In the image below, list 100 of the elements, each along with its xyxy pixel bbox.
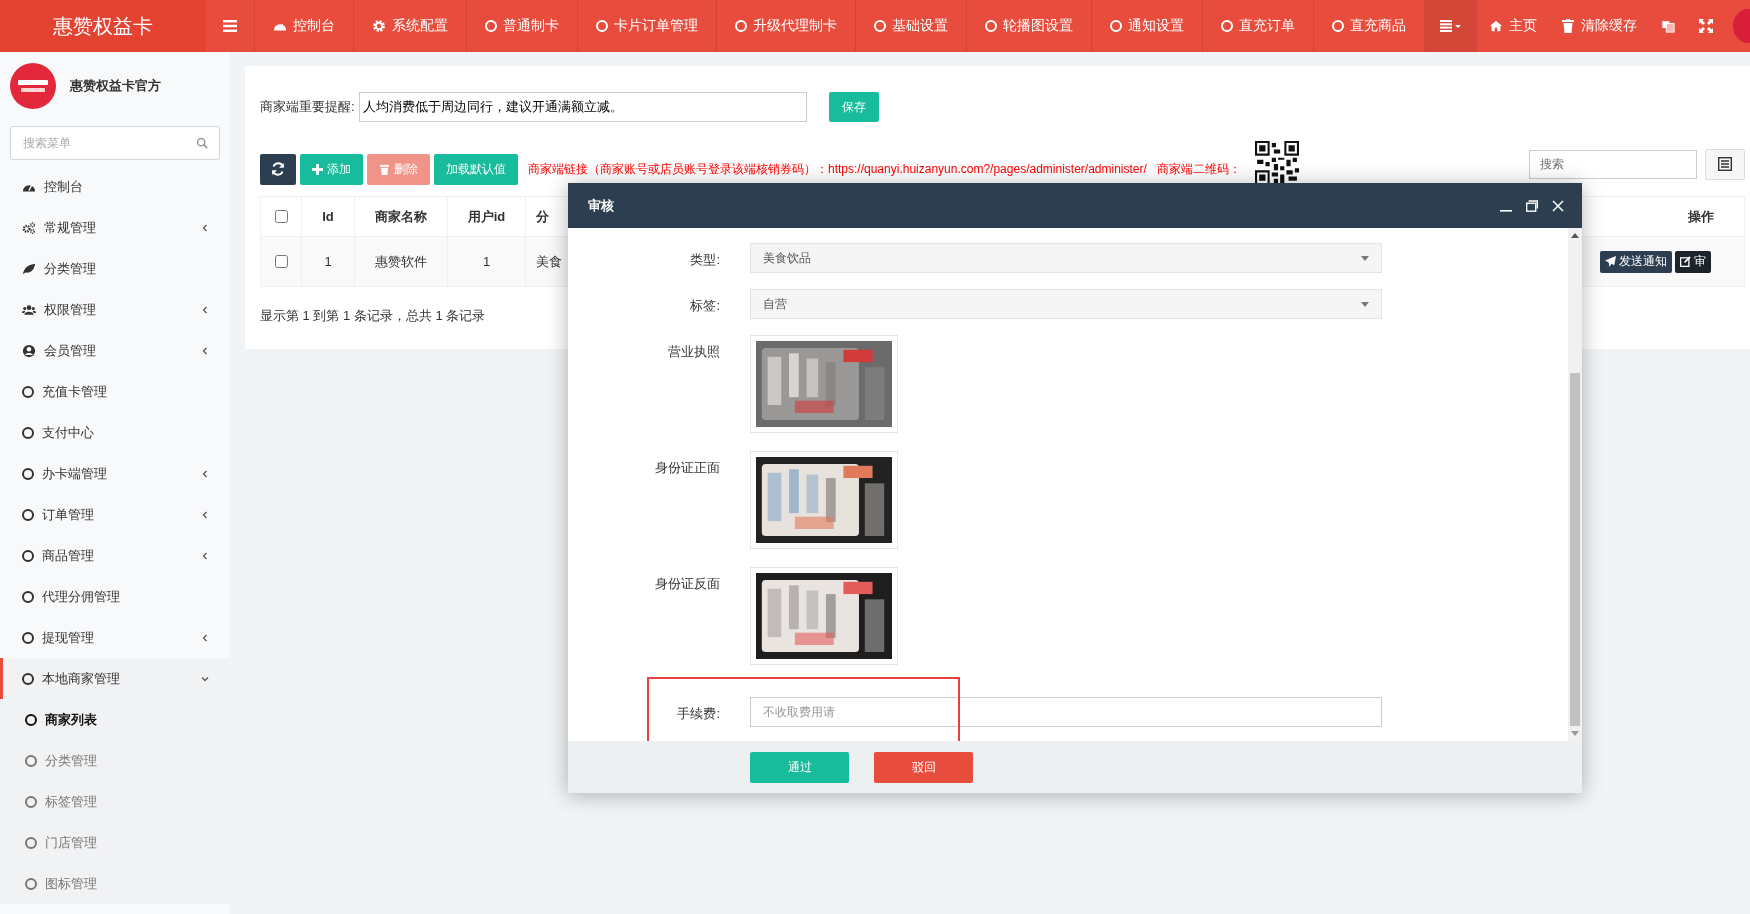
select-field[interactable]: 美食饮品 (750, 243, 1382, 273)
account-name: 惠赞权益卡官方 (70, 77, 161, 95)
sidebar-item[interactable]: 会员管理 (0, 330, 230, 371)
qr-code-icon (1254, 141, 1299, 185)
edit-icon (1680, 256, 1691, 267)
circle-icon (1110, 20, 1123, 32)
nav-tab[interactable]: 轮播图设置 (967, 0, 1093, 52)
fullscreen-icon (1699, 19, 1714, 33)
circle-icon (25, 836, 37, 849)
circle-icon (22, 467, 34, 480)
dialog-button[interactable]: 通过 (750, 751, 849, 783)
toolbar-button[interactable]: 加载默认值 (434, 153, 518, 185)
close-icon[interactable] (1552, 199, 1564, 212)
search-field[interactable]: 搜索 (1529, 149, 1697, 179)
plus-icon (312, 163, 323, 175)
submenu-item[interactable]: 商家列表 (0, 699, 230, 740)
submenu-item[interactable]: 门店管理 (0, 822, 230, 863)
chevron-icon (200, 550, 210, 561)
nav-link[interactable]: 清除缓存 (1549, 0, 1650, 52)
circle-icon (1332, 20, 1345, 32)
reminder-field[interactable]: 人均消费低于周边同行，建议开通满额立减。 (358, 92, 807, 122)
scrollbar-thumb[interactable] (1570, 373, 1580, 726)
nav-tab[interactable]: 卡片订单管理 (578, 0, 718, 52)
caret-icon (1361, 255, 1369, 261)
circle-icon (1221, 20, 1234, 32)
table-cell: 1 (447, 236, 526, 287)
save-button[interactable]: 保存 (828, 92, 879, 122)
sidebar-item[interactable]: 代理分佣管理 (0, 576, 230, 617)
circle-icon (22, 385, 34, 398)
sidebar-item[interactable]: 控制台 (0, 166, 230, 207)
column-header: 用户id (447, 196, 526, 237)
submenu-item[interactable]: 分类管理 (0, 740, 230, 781)
circle-icon (25, 713, 37, 726)
select-field[interactable]: 自营 (750, 289, 1382, 319)
circle-icon (22, 549, 34, 562)
nav-tab[interactable]: 普通制卡 (467, 0, 579, 52)
pagination-info: 显示第 1 到第 1 条记录，总共 1 条记录 (260, 307, 487, 325)
scrollbar[interactable] (1568, 228, 1582, 741)
merchant-link-notice: 商家端链接（商家账号或店员账号登录该端核销券码）：https://quanyi.huizanyun.com?/pages/administer/administer/ (528, 160, 1147, 178)
refresh-button[interactable] (260, 153, 296, 185)
row-action-button[interactable]: 审 (1675, 250, 1711, 273)
select-all-checkbox[interactable] (275, 210, 288, 223)
chevron-icon (200, 468, 210, 479)
sidebar-item[interactable]: 商品管理 (0, 535, 230, 576)
caret-icon (1361, 301, 1369, 307)
column-header: Id (301, 196, 355, 237)
sidebar-item[interactable]: 支付中心 (0, 412, 230, 453)
sidebar-item[interactable]: 提现管理 (0, 617, 230, 658)
column-header: 商家名称 (354, 196, 448, 237)
nav-tab[interactable]: 控制台 (255, 0, 355, 52)
chevron-icon (200, 345, 210, 356)
dialog-title: 审核 (588, 196, 615, 215)
toolbar-button[interactable]: 添加 (300, 153, 363, 185)
user-icon (22, 343, 36, 358)
list-dropdown-button[interactable] (1425, 0, 1478, 52)
nav-tab[interactable]: 直充订单 (1203, 0, 1315, 52)
field-label: 身份证正面 (654, 459, 721, 477)
row-checkbox[interactable] (275, 255, 288, 268)
list-caret-icon (1440, 20, 1463, 32)
field-label: 标签: (689, 297, 721, 315)
circle-icon (22, 508, 34, 521)
sidebar-item[interactable]: 本地商家管理 (0, 658, 230, 699)
sidebar-item[interactable]: 权限管理 (0, 289, 230, 330)
trash-icon (379, 163, 390, 175)
qr-label: 商家端二维码： (1156, 160, 1241, 178)
circle-icon (25, 877, 37, 890)
sidebar-item[interactable]: 分类管理 (0, 248, 230, 289)
menu-search-field[interactable]: 搜索菜单 (10, 126, 220, 160)
circle-icon (22, 426, 34, 439)
sidebar-item[interactable]: 订单管理 (0, 494, 230, 535)
circle-icon (25, 795, 37, 808)
leaf-icon (22, 261, 36, 276)
circle-icon (25, 754, 37, 767)
submenu-item[interactable]: 图标管理 (0, 863, 230, 904)
nav-tab[interactable]: 升级代理制卡 (717, 0, 857, 52)
columns-button[interactable] (1705, 148, 1745, 180)
reminder-label: 商家端重要提醒: (260, 98, 355, 116)
nav-tab[interactable]: 通知设置 (1092, 0, 1204, 52)
restore-icon[interactable] (1526, 199, 1538, 212)
menu-icon (223, 19, 238, 33)
settings-icon (372, 19, 387, 33)
nav-link[interactable]: 主页 (1477, 0, 1550, 52)
home-icon (1489, 19, 1504, 33)
chevron-icon (200, 509, 210, 520)
chevron-icon (200, 632, 210, 643)
send-icon (1605, 256, 1616, 267)
field-label: 手续费: (676, 705, 721, 723)
fee-field[interactable]: 不收取费用请 (750, 697, 1382, 727)
nav-tab[interactable]: 基础设置 (856, 0, 968, 52)
submenu-item[interactable]: 标签管理 (0, 781, 230, 822)
dialog-button[interactable]: 驳回 (874, 751, 973, 783)
sidebar-item[interactable]: 充值卡管理 (0, 371, 230, 412)
scroll-up-icon[interactable] (1571, 233, 1579, 238)
row-action-button[interactable]: 发送通知 (1600, 250, 1672, 273)
nav-tab[interactable]: 系统配置 (354, 0, 468, 52)
sidebar-item[interactable]: 常规管理 (0, 207, 230, 248)
scroll-down-icon[interactable] (1571, 731, 1579, 736)
circle-icon (985, 20, 998, 32)
chevron-icon (200, 222, 210, 233)
sidebar-item[interactable]: 办卡端管理 (0, 453, 230, 494)
